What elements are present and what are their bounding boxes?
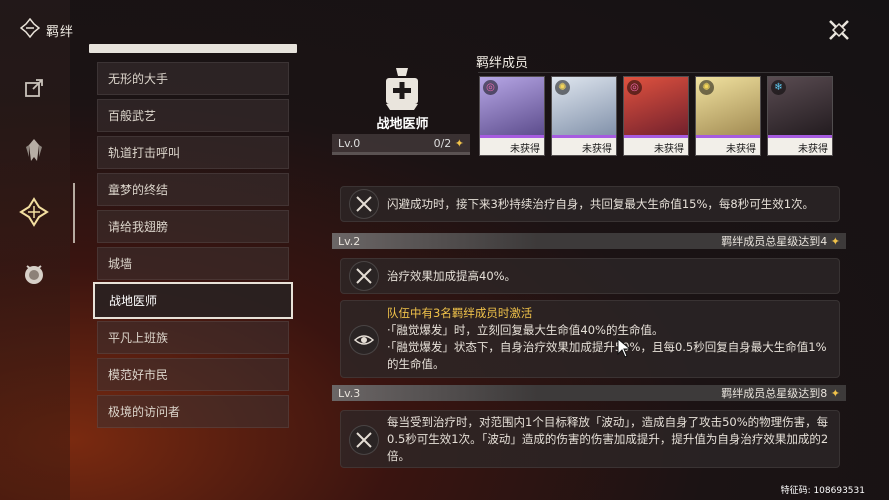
effect-row: 闪避成功时，接下来3秒持续治疗自身，共回复最大生命值15%，每8秒可生效1次。 xyxy=(340,186,840,222)
element-icon: ✺ xyxy=(555,80,570,95)
effect-row: 每当受到治疗时，对范围内1个目标释放「波动」，造成自身了攻击50%的物理伤害，每… xyxy=(340,410,840,468)
character-icon[interactable] xyxy=(18,134,50,166)
member-card[interactable]: ◎ 未获得 xyxy=(623,76,689,156)
page-title: 羁绊 xyxy=(46,24,75,40)
member-status: 未获得 xyxy=(624,138,688,155)
effect-row: 治疗效果加成提高40%。 xyxy=(340,258,840,294)
bond-progress-bar xyxy=(332,152,470,155)
active-indicator xyxy=(73,183,75,243)
level-bar: Lv.2 羁绊成员总星级达到4 ✦ xyxy=(332,233,846,249)
member-status: 未获得 xyxy=(480,138,544,155)
bond-name: 战地医师 xyxy=(376,117,429,132)
member-card[interactable]: ❄ 未获得 xyxy=(767,76,833,156)
bond-list-item[interactable]: 城墙 xyxy=(97,247,289,280)
crossed-swords-icon xyxy=(349,261,379,291)
crossed-swords-icon xyxy=(349,425,379,455)
element-icon: ◎ xyxy=(627,80,642,95)
bond-list-item-selected[interactable]: 战地医师 xyxy=(93,282,293,319)
level-label: Lv.2 xyxy=(338,234,361,248)
bond-list-item[interactable]: 百般武艺 xyxy=(97,99,289,132)
effect-text: 闪避成功时，接下来3秒持续治疗自身，共回复最大生命值15%，每8秒可生效1次。 xyxy=(387,197,815,211)
list-scroll-indicator xyxy=(89,44,297,53)
element-icon: ◎ xyxy=(483,80,498,95)
crossed-swords-icon xyxy=(349,189,379,219)
member-status: 未获得 xyxy=(768,138,832,155)
mouse-cursor-icon xyxy=(617,337,632,358)
effect-row: 队伍中有3名羁绊成员时激活 ·「融觉爆发」时，立刻回复最大生命值40%的生命值。… xyxy=(340,300,840,378)
effect-text: 治疗效果加成提高40%。 xyxy=(387,269,517,283)
bond-progress: 0/2 ✦ xyxy=(433,136,464,150)
bond-logo-icon xyxy=(19,17,41,42)
orb-icon[interactable] xyxy=(18,258,50,290)
bond-list-item[interactable]: 无形的大手 xyxy=(97,62,289,95)
bond-list-item[interactable]: 请给我翅膀 xyxy=(97,210,289,243)
header: 羁绊 xyxy=(19,17,75,42)
members-divider xyxy=(478,72,830,73)
effect-line: ·「融觉爆发」状态下，自身治疗效果加成提升50%，且每0.5秒回复自身最大生命值… xyxy=(387,340,827,371)
bond-level-row: Lv.0 0/2 ✦ xyxy=(332,134,470,152)
bond-list: 无形的大手 百般武艺 轨道打击呼叫 童梦的终结 请给我翅膀 城墙 战地医师 平凡… xyxy=(93,62,293,432)
bond-nav-icon[interactable] xyxy=(18,196,50,228)
effect-line: ·「融觉爆发」时，立刻回复最大生命值40%的生命值。 xyxy=(387,323,664,337)
level-requirement: 羁绊成员总星级达到4 ✦ xyxy=(721,235,840,248)
element-icon: ✺ xyxy=(699,80,714,95)
close-icon[interactable] xyxy=(827,18,851,42)
bond-list-item[interactable]: 模范好市民 xyxy=(97,358,289,391)
member-card[interactable]: ✺ 未获得 xyxy=(551,76,617,156)
member-card[interactable]: ✺ 未获得 xyxy=(695,76,761,156)
export-icon[interactable] xyxy=(18,72,50,104)
member-status: 未获得 xyxy=(552,138,616,155)
members-label: 羁绊成员 xyxy=(476,56,529,71)
members-cards: ◎ 未获得 ✺ 未获得 ◎ 未获得 ✺ 未获得 ❄ 未获得 xyxy=(479,76,833,156)
bond-list-item[interactable]: 极境的访问者 xyxy=(97,395,289,428)
eye-icon xyxy=(349,325,379,355)
level-label: Lv.3 xyxy=(338,386,361,400)
element-icon: ❄ xyxy=(771,80,786,95)
member-status: 未获得 xyxy=(696,138,760,155)
bond-list-item[interactable]: 童梦的终结 xyxy=(97,173,289,206)
feature-code: 特征码: 108693531 xyxy=(780,486,865,496)
bond-list-item[interactable]: 平凡上班族 xyxy=(97,321,289,354)
member-card[interactable]: ◎ 未获得 xyxy=(479,76,545,156)
effect-title: 队伍中有3名羁绊成员时激活 xyxy=(387,306,533,320)
bond-list-item[interactable]: 轨道打击呼叫 xyxy=(97,136,289,169)
level-bar: Lv.3 羁绊成员总星级达到8 ✦ xyxy=(332,385,846,401)
level-requirement: 羁绊成员总星级达到8 ✦ xyxy=(721,387,840,400)
effect-text: 每当受到治疗时，对范围内1个目标释放「波动」，造成自身了攻击50%的物理伤害，每… xyxy=(387,415,829,463)
bond-level: Lv.0 xyxy=(338,136,361,150)
medic-emblem-icon xyxy=(380,66,424,112)
